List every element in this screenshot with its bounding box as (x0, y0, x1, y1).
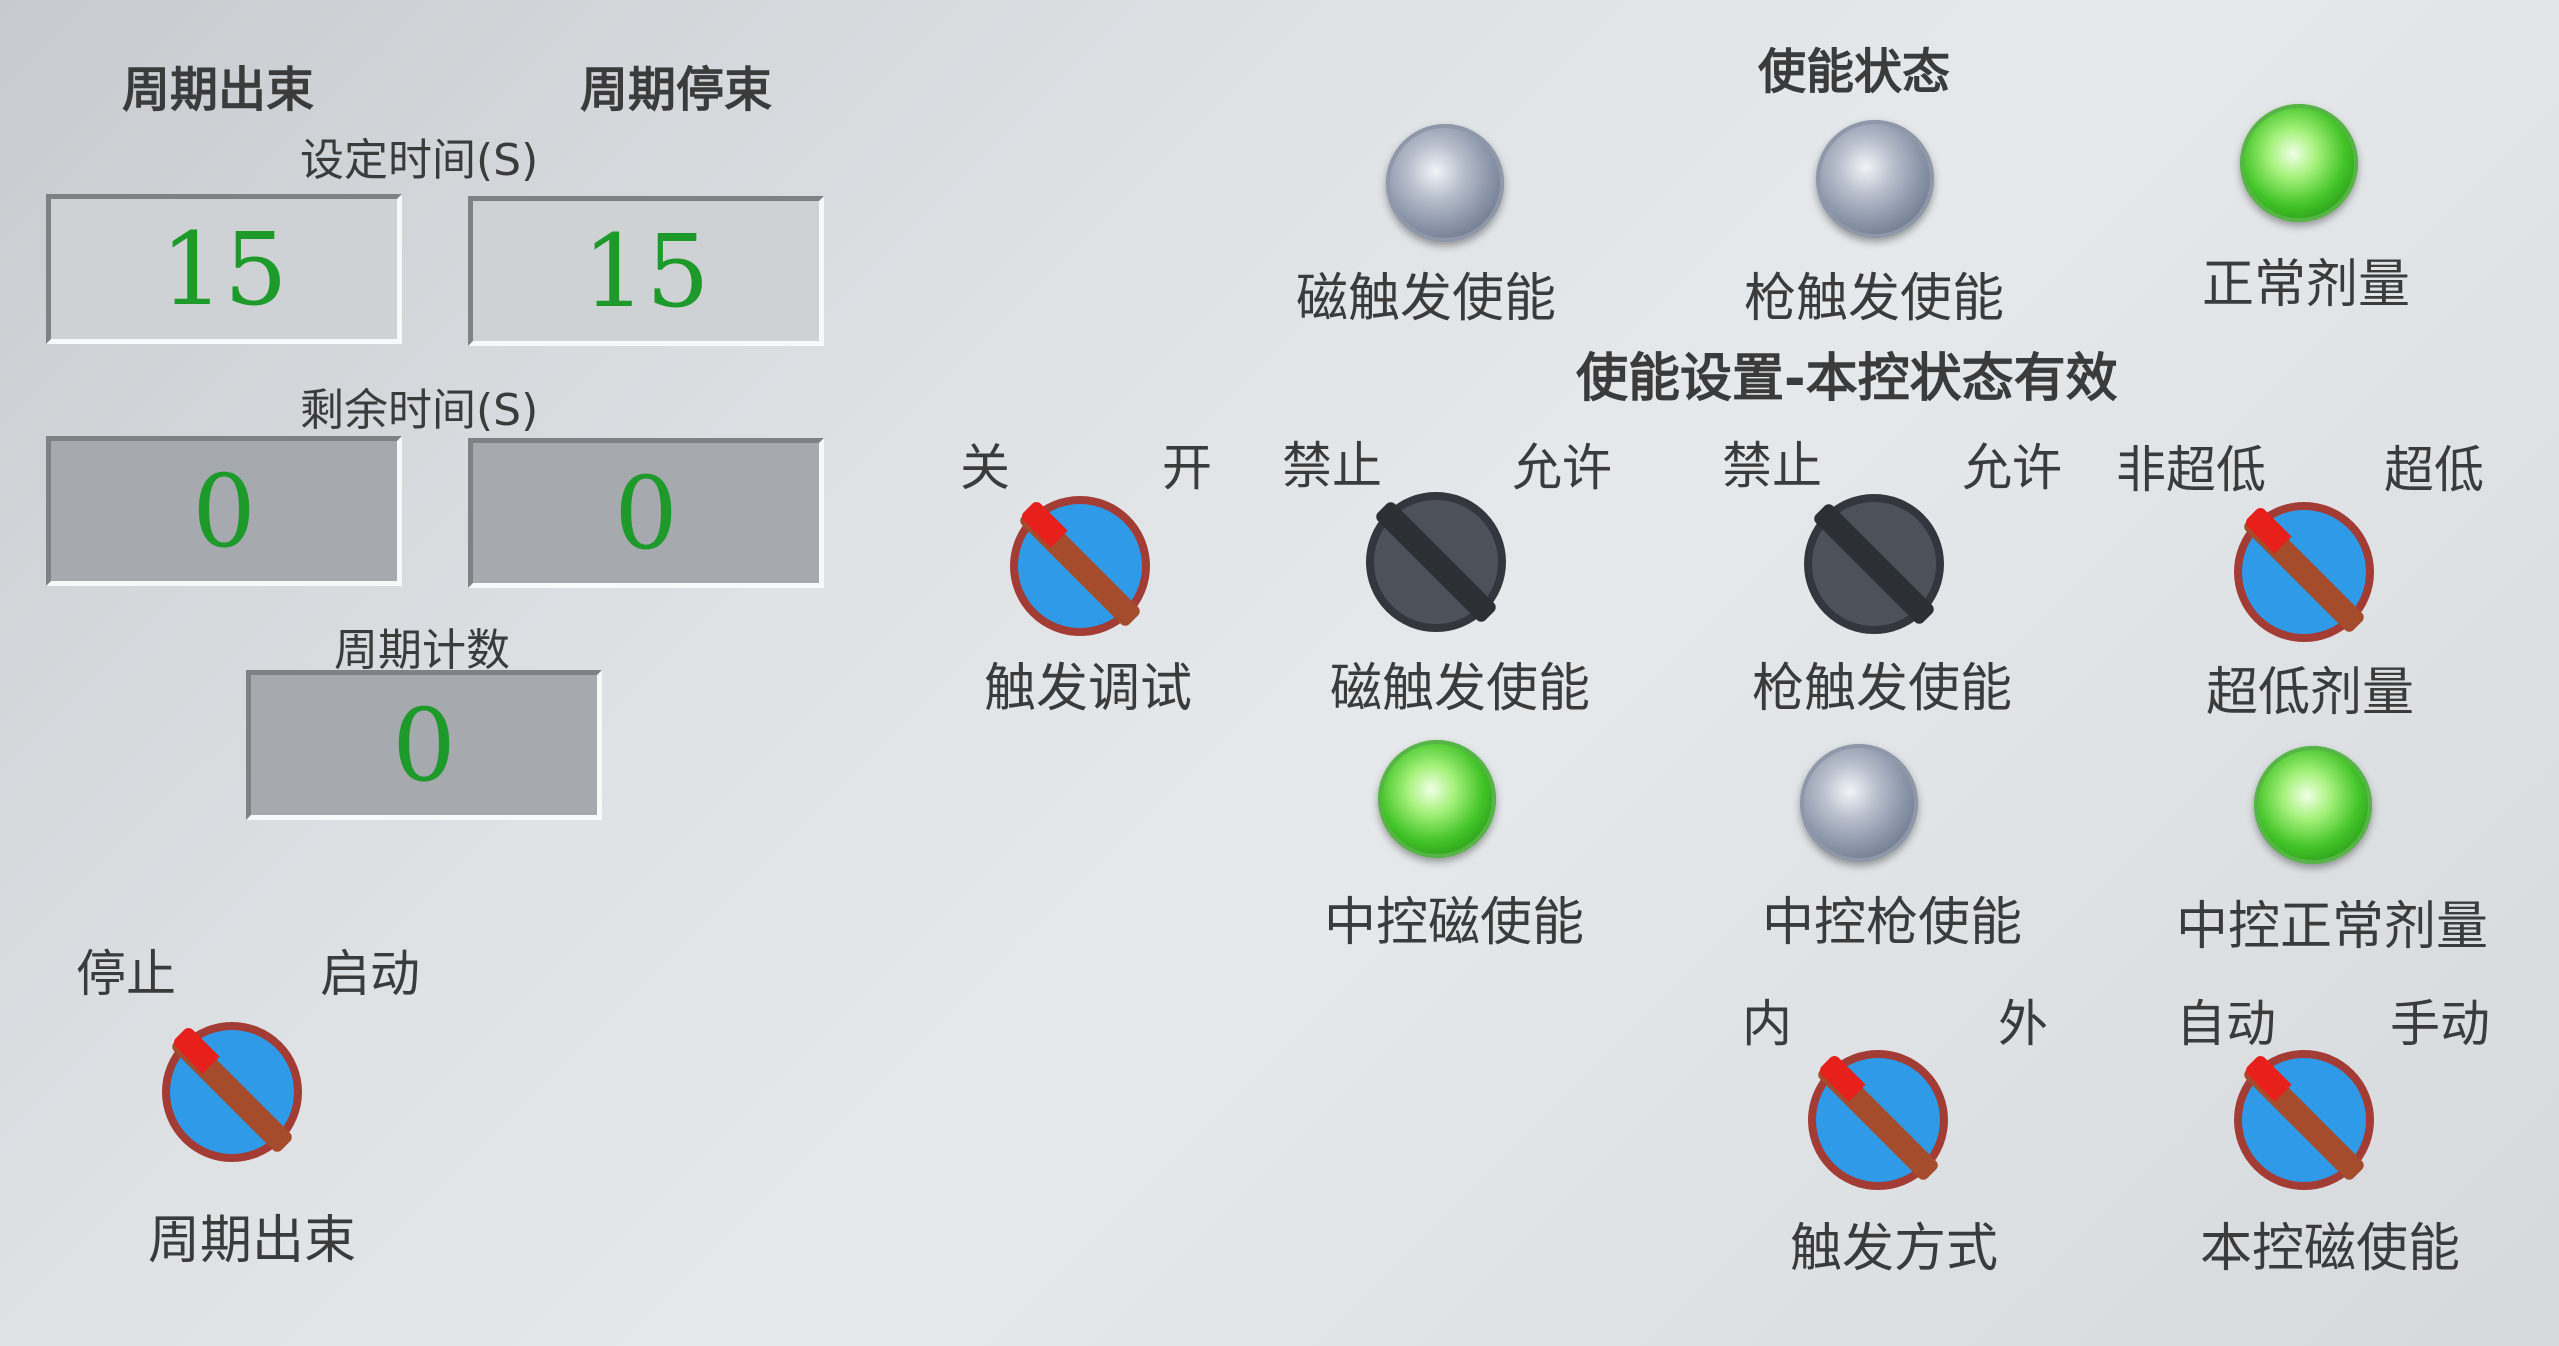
magnet-trigger-enable-setting-label: 磁触发使能 (1330, 659, 1591, 719)
trigger-mode-label: 触发方式 (1790, 1219, 1999, 1279)
central-magnet-enable-lamp (1378, 740, 1496, 858)
cycle-output-selector-switch[interactable] (162, 1022, 302, 1162)
gun-trigger-enable-label: 枪触发使能 (1744, 269, 2005, 329)
gun-trigger-enable-lamp (1816, 120, 1934, 238)
central-gun-enable-label: 中控枪使能 (1762, 893, 2023, 953)
cycle-switch-right-label: 启动 (320, 945, 420, 1003)
gun-trigger-enable-selector-switch[interactable] (1804, 494, 1944, 634)
trigger-debug-selector-switch[interactable] (1010, 496, 1150, 636)
magnet-enable-left-label: 禁止 (1282, 437, 1382, 495)
local-magnet-enable-label: 本控磁使能 (2200, 1219, 2461, 1279)
cycle-output-header: 周期出束 (122, 62, 315, 118)
magnet-enable-right-label: 允许 (1512, 439, 1612, 497)
trigger-debug-right-label: 开 (1162, 439, 1212, 497)
cycle-switch-left-label: 停止 (76, 945, 176, 1003)
ultra-low-right-label: 超低 (2384, 441, 2484, 499)
trigger-debug-left-label: 关 (960, 439, 1010, 497)
set-stop-time-input[interactable]: 15 (468, 196, 824, 346)
cycle-count-display: 0 (246, 670, 602, 820)
central-magnet-enable-label: 中控磁使能 (1324, 893, 1585, 953)
ultra-low-dose-label: 超低剂量 (2206, 663, 2415, 723)
cycle-switch-name: 周期出束 (148, 1211, 357, 1271)
trigger-debug-label: 触发调试 (984, 659, 1193, 719)
enable-settings-title: 使能设置-本控状态有效 (1576, 349, 2118, 409)
central-normal-dose-lamp (2254, 746, 2372, 864)
magnet-trigger-enable-selector-switch[interactable] (1366, 492, 1506, 632)
remain-output-time-display: 0 (46, 436, 402, 586)
local-magnet-left-label: 自动 (2176, 995, 2276, 1053)
central-normal-dose-label: 中控正常剂量 (2176, 897, 2489, 957)
set-time-label: 设定时间(S) (300, 135, 539, 186)
gun-enable-right-label: 允许 (1962, 439, 2062, 497)
remain-time-label: 剩余时间(S) (300, 385, 539, 436)
central-gun-enable-lamp (1800, 744, 1918, 862)
trigger-mode-selector-switch[interactable] (1808, 1050, 1948, 1190)
hmi-screen: 周期出束 周期停束 设定时间(S) 15 15 剩余时间(S) 0 0 周期计数… (0, 0, 2559, 1346)
magnet-trigger-enable-lamp (1386, 124, 1504, 242)
cycle-stop-header: 周期停束 (580, 62, 773, 118)
normal-dose-label: 正常剂量 (2202, 255, 2411, 315)
gun-trigger-enable-setting-label: 枪触发使能 (1752, 659, 2013, 719)
ultra-low-dose-selector-switch[interactable] (2234, 502, 2374, 642)
local-magnet-enable-selector-switch[interactable] (2234, 1050, 2374, 1190)
trigger-mode-right-label: 外 (1998, 995, 2048, 1053)
cycle-count-label: 周期计数 (334, 625, 510, 676)
enable-status-title: 使能状态 (1758, 44, 1951, 100)
trigger-mode-left-label: 内 (1742, 995, 1792, 1053)
remain-stop-time-display: 0 (468, 438, 824, 588)
normal-dose-lamp (2240, 104, 2358, 222)
magnet-trigger-enable-label: 磁触发使能 (1296, 269, 1557, 329)
ultra-low-left-label: 非超低 (2116, 441, 2266, 499)
local-magnet-right-label: 手动 (2390, 995, 2490, 1053)
gun-enable-left-label: 禁止 (1722, 437, 1822, 495)
set-output-time-input[interactable]: 15 (46, 194, 402, 344)
